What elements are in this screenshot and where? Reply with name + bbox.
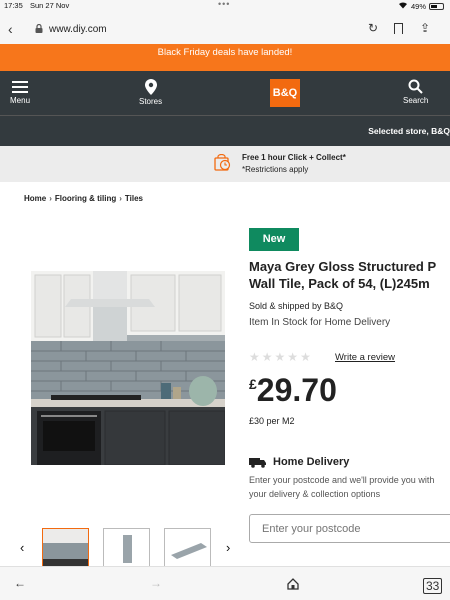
thumbnail-carousel: ‹ › [16,528,246,568]
wifi-icon [398,1,408,11]
back-chevron-icon[interactable]: ‹ [8,21,13,37]
thumbnail-3[interactable] [164,528,211,568]
url-field[interactable]: www.diy.com [49,24,107,35]
kitchen-tile-photo [31,271,225,465]
tabs-count-button[interactable]: 33 [423,578,443,594]
truck-icon [249,457,266,468]
single-tile-thumbnail-image [123,535,132,563]
kitchen-thumbnail-image [43,529,88,567]
share-icon[interactable]: ⇪ [420,21,430,35]
product-title-line-1: Maya Grey Gloss Structured P [249,259,437,274]
menu-button[interactable]: Menu [10,79,30,105]
search-icon [408,79,423,94]
multitask-dots-icon[interactable]: ••• [218,0,230,9]
menu-label: Menu [10,96,31,105]
star-icon: ★ [261,350,275,364]
home-delivery-title: Home Delivery [273,456,350,468]
battery-icon [429,2,444,10]
search-label: Search [403,96,429,105]
search-button[interactable]: Search [403,79,428,105]
product-price: £29.70 [249,372,337,409]
next-image-arrow-icon[interactable]: › [226,540,230,555]
stock-status: Item In Stock for Home Delivery [249,317,391,328]
stores-button[interactable]: Stores [139,79,162,106]
rating-stars: ★★★★★ [249,350,313,364]
click-collect-note: *Restrictions apply [242,165,309,174]
bq-logo[interactable]: B&Q [270,79,300,107]
home-delivery-heading: Home Delivery [249,456,349,468]
click-collect-bar[interactable]: Free 1 hour Click + Collect* *Restrictio… [0,146,450,182]
thumbnail-2[interactable] [103,528,150,568]
promo-text: Black Friday deals have landed! [157,47,293,58]
promo-banner[interactable]: Black Friday deals have landed! [0,44,450,71]
price-per-m2: £30 per M2 [249,416,295,426]
star-icon: ★ [249,350,262,364]
site-header: Menu Stores B&Q Search [0,71,450,115]
browser-forward-arrow-icon[interactable]: → [150,576,162,590]
selected-store-text: Selected store, B&Q [368,126,450,136]
breadcrumb-tiles[interactable]: Tiles [125,194,143,203]
new-badge: New [249,228,299,251]
breadcrumb-home[interactable]: Home [24,194,46,203]
star-icon: ★ [300,350,313,364]
breadcrumb: Home › Flooring & tiling › Tiles [24,194,143,203]
selected-store-bar[interactable]: Selected store, B&Q [0,115,450,146]
thumbnail-1[interactable] [42,528,89,568]
bookmark-icon[interactable] [394,23,403,34]
product-main-image[interactable] [31,271,225,465]
write-review-link[interactable]: Write a review [335,352,395,363]
map-pin-icon [144,79,157,95]
product-title-line-2: Wall Tile, Pack of 54, (L)245m [249,276,430,291]
lock-icon [35,24,43,33]
home-icon[interactable] [287,578,299,590]
breadcrumb-chevron-icon: › [49,194,52,203]
battery-percent: 49% [410,1,426,11]
ios-status-bar: 17:35 Sun 27 Nov ••• 49% [0,0,450,12]
browser-bottom-toolbar: ← → 33 [0,566,450,600]
hamburger-icon [10,81,30,93]
status-date: Sun 27 Nov [30,1,70,10]
product-title: Maya Grey Gloss Structured P Wall Tile, … [249,258,450,292]
browser-address-bar: ‹ www.diy.com ↻ ⇪ [0,12,450,48]
sold-by-text: Sold & shipped by B&Q [249,301,344,311]
status-time: 17:35 [4,1,23,10]
breadcrumb-chevron-icon: › [119,194,122,203]
postcode-input[interactable] [249,514,450,543]
browser-back-arrow-icon[interactable]: ← [14,576,26,590]
stores-label: Stores [139,97,163,106]
star-icon: ★ [274,350,288,364]
price-amount: 29.70 [256,372,337,408]
breadcrumb-flooring[interactable]: Flooring & tiling [55,194,116,203]
star-icon: ★ [287,350,301,364]
price-currency: £ [249,376,257,392]
delivery-description: Enter your postcode and we'll provide yo… [249,475,435,499]
tile-angle-thumbnail-image [171,543,207,559]
clock-bag-icon [214,154,231,171]
reload-icon[interactable]: ↻ [368,21,378,35]
prev-image-arrow-icon[interactable]: ‹ [20,540,24,555]
click-collect-title: Free 1 hour Click + Collect* [242,153,346,162]
